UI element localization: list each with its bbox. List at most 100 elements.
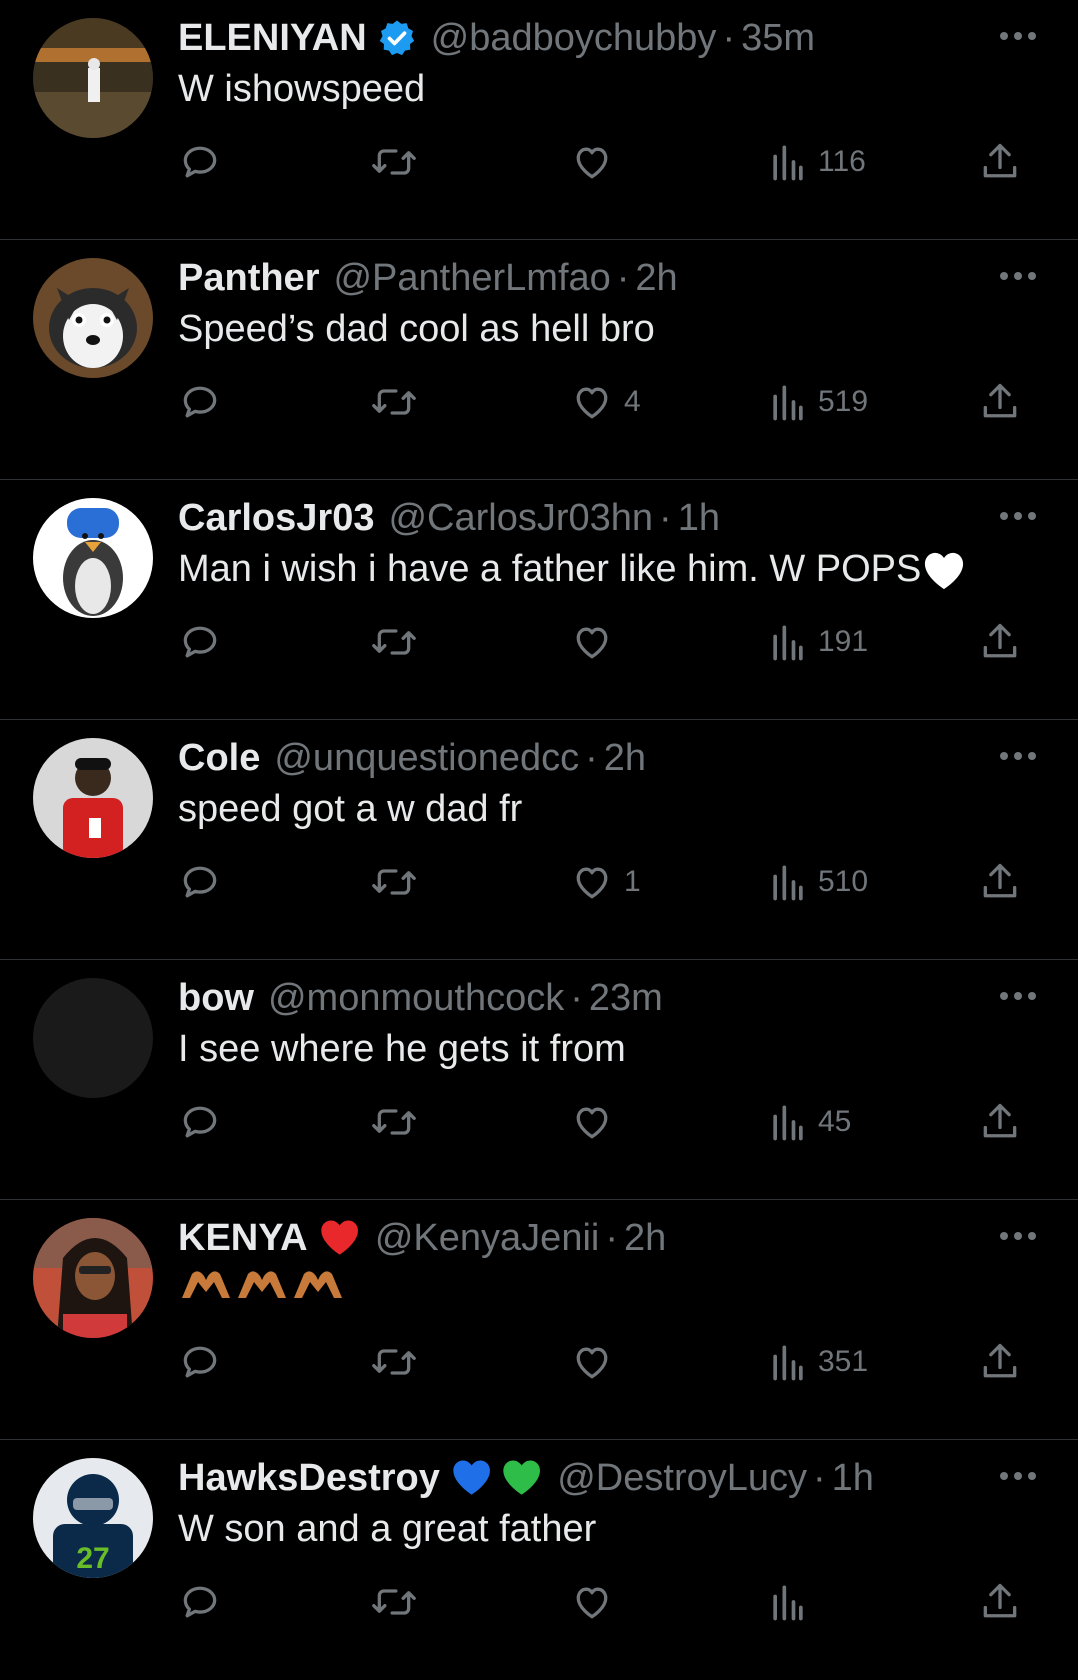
display-name[interactable]: ELENIYAN bbox=[178, 17, 367, 60]
share-button[interactable] bbox=[978, 140, 1022, 184]
views-button[interactable]: 191 bbox=[768, 620, 868, 664]
tweet[interactable]: 27 HawksDestroy @DestroyLucy · 1h W son … bbox=[0, 1440, 1078, 1680]
views-button[interactable]: 510 bbox=[768, 860, 868, 904]
reply-button[interactable] bbox=[178, 1100, 222, 1144]
retweet-button[interactable] bbox=[370, 1580, 418, 1624]
display-name[interactable]: Panther bbox=[178, 257, 319, 300]
retweet-button[interactable] bbox=[370, 140, 418, 184]
share-button[interactable] bbox=[978, 380, 1022, 424]
views-button[interactable]: 45 bbox=[768, 1100, 851, 1144]
more-options-icon[interactable] bbox=[998, 30, 1038, 42]
more-options-icon[interactable] bbox=[998, 270, 1038, 282]
more-options-icon[interactable] bbox=[998, 1470, 1038, 1482]
like-button[interactable] bbox=[570, 1580, 624, 1624]
like-button[interactable] bbox=[570, 1340, 624, 1384]
views-button[interactable]: 116 bbox=[768, 140, 866, 184]
views-button[interactable] bbox=[768, 1580, 818, 1624]
more-options-icon[interactable] bbox=[998, 750, 1038, 762]
like-button[interactable] bbox=[570, 620, 624, 664]
tweet-header: ELENIYAN @badboychubby · 35m bbox=[178, 16, 815, 60]
display-name[interactable]: bow bbox=[178, 977, 254, 1020]
tweet[interactable]: Panther @PantherLmfao · 2h Speed’s dad c… bbox=[0, 240, 1078, 480]
tweet-header: KENYA @KenyaJenii · 2h bbox=[178, 1216, 666, 1260]
reply-button[interactable] bbox=[178, 140, 222, 184]
avatar[interactable] bbox=[33, 258, 153, 378]
avatar[interactable] bbox=[33, 498, 153, 618]
user-handle[interactable]: @badboychubby bbox=[431, 17, 717, 60]
timestamp[interactable]: 1h bbox=[678, 497, 720, 540]
retweet-button[interactable] bbox=[370, 1340, 418, 1384]
avatar[interactable] bbox=[33, 738, 153, 858]
retweet-icon bbox=[372, 149, 416, 175]
timestamp[interactable]: 23m bbox=[589, 977, 663, 1020]
more-options-icon[interactable] bbox=[998, 510, 1038, 522]
timestamp[interactable]: 2h bbox=[604, 737, 646, 780]
tweet[interactable]: bow @monmouthcock · 23m I see where he g… bbox=[0, 960, 1078, 1200]
user-handle[interactable]: @PantherLmfao bbox=[333, 257, 610, 300]
like-button[interactable]: 4 bbox=[570, 380, 641, 424]
timestamp[interactable]: 35m bbox=[741, 17, 815, 60]
reply-button[interactable] bbox=[178, 380, 222, 424]
views-count: 510 bbox=[818, 865, 869, 898]
retweet-button[interactable] bbox=[370, 380, 418, 424]
avatar[interactable] bbox=[33, 18, 153, 138]
display-name[interactable]: Cole bbox=[178, 737, 260, 780]
views-chart-icon bbox=[773, 1105, 803, 1141]
tweet-header: CarlosJr03 @CarlosJr03hn · 1h bbox=[178, 496, 720, 540]
retweet-button[interactable] bbox=[370, 620, 418, 664]
user-handle[interactable]: @monmouthcock bbox=[268, 977, 564, 1020]
reply-button[interactable] bbox=[178, 1340, 222, 1384]
reply-icon bbox=[183, 626, 217, 658]
tweet-text: W ishowspeed bbox=[178, 68, 425, 111]
tweet[interactable]: KENYA @KenyaJenii · 2h 351 bbox=[0, 1200, 1078, 1440]
action-bar: 191 bbox=[178, 620, 1040, 664]
reply-button[interactable] bbox=[178, 860, 222, 904]
tweet[interactable]: Cole @unquestionedcc · 2h speed got a w … bbox=[0, 720, 1078, 960]
share-button[interactable] bbox=[978, 620, 1022, 664]
user-handle[interactable]: @KenyaJenii bbox=[375, 1217, 599, 1260]
display-name[interactable]: KENYA bbox=[178, 1217, 308, 1260]
tweet-header: Cole @unquestionedcc · 2h bbox=[178, 736, 646, 780]
share-button[interactable] bbox=[978, 1580, 1022, 1624]
heart-icon bbox=[576, 1587, 608, 1619]
retweet-button[interactable] bbox=[370, 860, 418, 904]
separator-dot: · bbox=[659, 496, 672, 539]
heart-icon bbox=[576, 147, 608, 179]
red-heart-icon bbox=[318, 1218, 361, 1258]
like-button[interactable] bbox=[570, 140, 624, 184]
views-button[interactable]: 351 bbox=[768, 1340, 868, 1384]
reply-feed: ELENIYAN @badboychubby · 35m W ishowspee… bbox=[0, 0, 1078, 1680]
more-options-icon[interactable] bbox=[998, 990, 1038, 1002]
verified-badge-icon bbox=[377, 18, 417, 58]
tweet-text-content: W ishowspeed bbox=[178, 68, 426, 110]
display-name[interactable]: CarlosJr03 bbox=[178, 497, 374, 540]
avatar[interactable] bbox=[33, 978, 153, 1098]
avatar[interactable] bbox=[33, 1218, 153, 1338]
views-button[interactable]: 519 bbox=[768, 380, 868, 424]
user-handle[interactable]: @unquestionedcc bbox=[274, 737, 579, 780]
tweet[interactable]: CarlosJr03 @CarlosJr03hn · 1h Man i wish… bbox=[0, 480, 1078, 720]
reply-button[interactable] bbox=[178, 1580, 222, 1624]
avatar[interactable]: 27 bbox=[33, 1458, 153, 1578]
more-options-icon[interactable] bbox=[998, 1230, 1038, 1242]
separator-dot: · bbox=[616, 256, 630, 299]
share-button[interactable] bbox=[978, 1100, 1022, 1144]
reply-button[interactable] bbox=[178, 620, 222, 664]
user-handle[interactable]: @DestroyLucy bbox=[557, 1457, 807, 1500]
retweet-button[interactable] bbox=[370, 1100, 418, 1144]
reply-icon bbox=[183, 1346, 217, 1378]
timestamp[interactable]: 2h bbox=[635, 257, 677, 300]
timestamp[interactable]: 1h bbox=[832, 1457, 874, 1500]
like-button[interactable] bbox=[570, 1100, 624, 1144]
share-button[interactable] bbox=[978, 860, 1022, 904]
user-handle[interactable]: @CarlosJr03hn bbox=[388, 497, 653, 540]
heart-hands-icon bbox=[182, 1271, 342, 1298]
action-bar: 45 bbox=[178, 1100, 1040, 1144]
tweet-text: speed got a w dad fr bbox=[178, 788, 522, 831]
display-name[interactable]: HawksDestroy bbox=[178, 1457, 440, 1500]
like-button[interactable]: 1 bbox=[570, 860, 641, 904]
tweet-text-content: Man i wish i have a father like him. W P… bbox=[178, 548, 922, 590]
timestamp[interactable]: 2h bbox=[624, 1217, 666, 1260]
tweet[interactable]: ELENIYAN @badboychubby · 35m W ishowspee… bbox=[0, 0, 1078, 240]
share-button[interactable] bbox=[978, 1340, 1022, 1384]
